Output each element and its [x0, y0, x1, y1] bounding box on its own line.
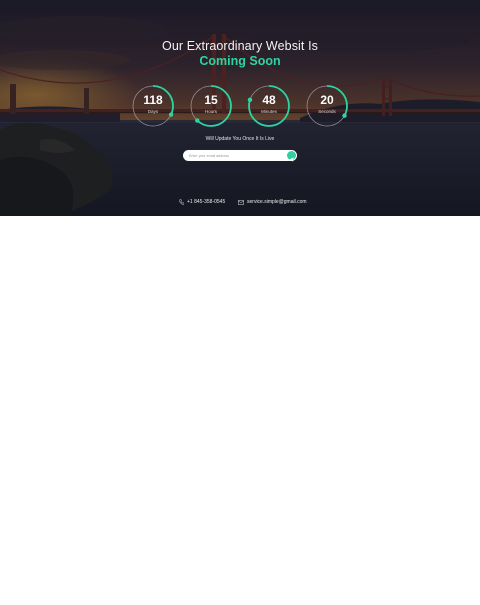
phone-icon — [179, 199, 185, 205]
send-icon — [289, 157, 294, 162]
countdown-unit: Minutes — [261, 109, 277, 114]
mail-icon — [238, 199, 244, 205]
countdown-seconds: 20 Seconds — [305, 84, 349, 128]
countdown-value: 20 — [320, 93, 334, 107]
countdown-value: 118 — [143, 93, 163, 107]
countdown-unit: Days — [147, 109, 159, 114]
subscribe-form — [183, 150, 297, 162]
hero-section: Our Extraordinary Websit Is Coming Soon … — [0, 0, 480, 216]
countdown-value: 15 — [204, 93, 218, 107]
notify-message: Will Update You Once It Is Live — [205, 136, 275, 142]
contact-info: +1 845-358-0545 service.simple@gmail.com — [0, 197, 480, 207]
page-title: Our Extraordinary Websit Is — [162, 39, 318, 53]
countdown-minutes: 48 Minutes — [247, 84, 291, 128]
hero-content: Our Extraordinary Websit Is Coming Soon … — [0, 0, 480, 216]
countdown-days: 118 Days — [131, 84, 175, 128]
subscribe-button[interactable] — [287, 151, 296, 162]
countdown-unit: Hours — [204, 109, 217, 114]
contact-email[interactable]: service.simple@gmail.com — [238, 197, 307, 207]
email-address: service.simple@gmail.com — [247, 199, 307, 205]
email-input[interactable] — [189, 151, 281, 160]
phone-number: +1 845-358-0545 — [187, 199, 226, 205]
countdown-timer: 118 Days 15 Hours 48 Minutes 20 Seconds — [131, 84, 349, 128]
coming-soon-heading: Coming Soon — [199, 54, 281, 68]
countdown-hours: 15 Hours — [189, 84, 233, 128]
countdown-value: 48 — [262, 93, 276, 107]
countdown-unit: Seconds — [318, 109, 336, 114]
contact-phone[interactable]: +1 845-358-0545 — [179, 197, 225, 207]
